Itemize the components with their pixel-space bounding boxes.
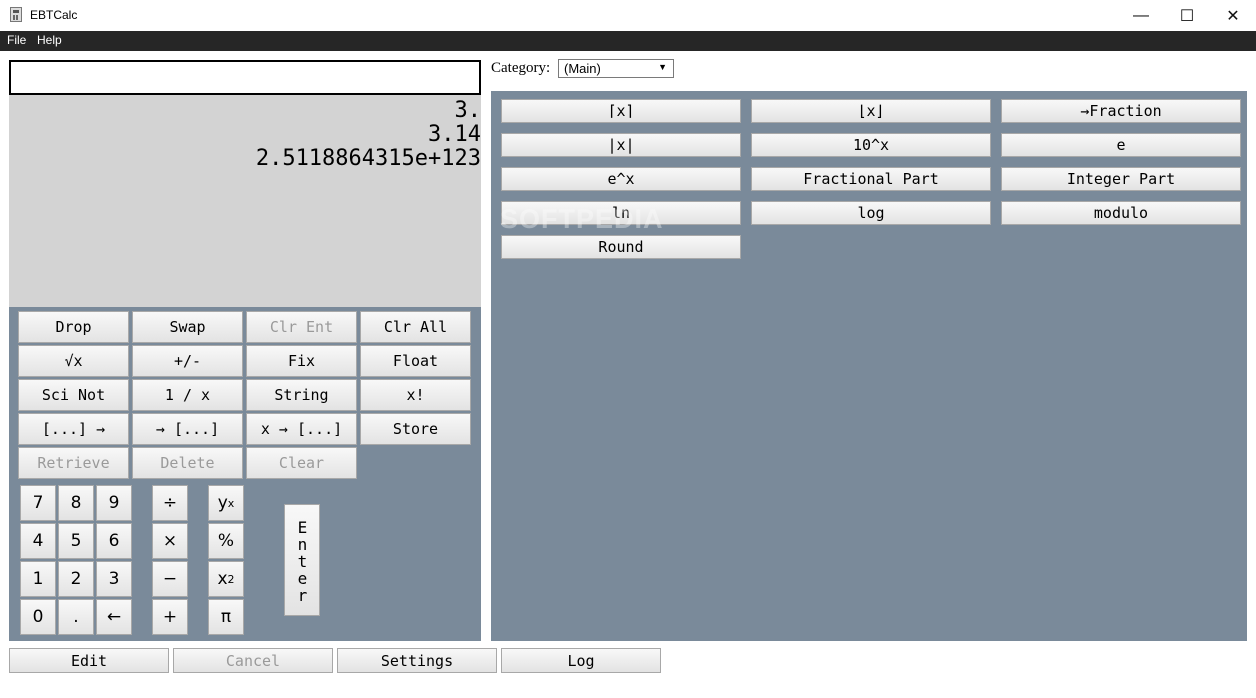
sci-not-button[interactable]: Sci Not	[18, 379, 129, 411]
digit-4-button[interactable]: 4	[20, 523, 56, 559]
edit-button[interactable]: Edit	[9, 648, 169, 673]
divide-button[interactable]: ÷	[152, 485, 188, 521]
x-to-list-button[interactable]: x → [...]	[246, 413, 357, 445]
fractional-part-button[interactable]: Fractional Part	[751, 167, 991, 191]
ten-power-button[interactable]: 10^x	[751, 133, 991, 157]
stack-line: 2.5118864315e+123	[255, 146, 481, 171]
absolute-value-button[interactable]: |x|	[501, 133, 741, 157]
category-dropdown[interactable]: (Main) ▼	[558, 59, 674, 78]
digit-2-button[interactable]: 2	[58, 561, 94, 597]
stack-line: 3.14	[428, 122, 481, 147]
ceiling-button[interactable]: ⌈x⌉	[501, 99, 741, 123]
power-button[interactable]: yx	[208, 485, 244, 521]
float-button[interactable]: Float	[360, 345, 471, 377]
enter-label: Enter	[293, 517, 312, 603]
to-fraction-button[interactable]: →Fraction	[1001, 99, 1241, 123]
percent-button[interactable]: %	[208, 523, 244, 559]
reciprocal-button[interactable]: 1 / x	[132, 379, 243, 411]
factorial-button[interactable]: x!	[360, 379, 471, 411]
category-label: Category:	[491, 60, 551, 76]
menu-file[interactable]: File	[7, 33, 26, 47]
enter-button[interactable]: Enter	[284, 504, 320, 616]
log-button[interactable]: log	[751, 201, 991, 225]
clear-all-button[interactable]: Clr All	[360, 311, 471, 343]
digit-0-button[interactable]: 0	[20, 599, 56, 635]
log-view-button[interactable]: Log	[501, 648, 661, 673]
digit-1-button[interactable]: 1	[20, 561, 56, 597]
list-build-button[interactable]: → [...]	[132, 413, 243, 445]
modulo-button[interactable]: modulo	[1001, 201, 1241, 225]
settings-button[interactable]: Settings	[337, 648, 497, 673]
digit-5-button[interactable]: 5	[58, 523, 94, 559]
title-bar	[0, 0, 1256, 32]
round-button[interactable]: Round	[501, 235, 741, 259]
power-base: y	[217, 493, 228, 513]
square-exponent: 2	[227, 572, 235, 586]
pi-button[interactable]: π	[208, 599, 244, 635]
string-button[interactable]: String	[246, 379, 357, 411]
delete-button[interactable]: Delete	[132, 447, 243, 479]
entry-field[interactable]	[9, 60, 481, 95]
power-exponent: x	[227, 496, 235, 510]
digit-7-button[interactable]: 7	[20, 485, 56, 521]
decimal-point-button[interactable]: .	[58, 599, 94, 635]
backspace-button[interactable]: ←	[96, 599, 132, 635]
cancel-button[interactable]: Cancel	[173, 648, 333, 673]
digit-6-button[interactable]: 6	[96, 523, 132, 559]
subtract-button[interactable]: −	[152, 561, 188, 597]
integer-part-button[interactable]: Integer Part	[1001, 167, 1241, 191]
digit-8-button[interactable]: 8	[58, 485, 94, 521]
floor-button[interactable]: ⌊x⌋	[751, 99, 991, 123]
store-button[interactable]: Store	[360, 413, 471, 445]
digit-3-button[interactable]: 3	[96, 561, 132, 597]
drop-button[interactable]: Drop	[18, 311, 129, 343]
multiply-button[interactable]: ×	[152, 523, 188, 559]
e-constant-button[interactable]: e	[1001, 133, 1241, 157]
window-title: EBTCalc	[30, 8, 78, 22]
digit-9-button[interactable]: 9	[96, 485, 132, 521]
chevron-down-icon: ▼	[658, 62, 667, 72]
maximize-button[interactable]: ☐	[1164, 0, 1210, 31]
stack-display: 3. 3.14 2.5118864315e+123	[9, 95, 481, 307]
square-root-button[interactable]: √x	[18, 345, 129, 377]
stack-line: 3.	[454, 98, 482, 123]
menu-help[interactable]: Help	[37, 33, 62, 47]
calculator-app-icon	[10, 7, 22, 22]
add-button[interactable]: +	[152, 599, 188, 635]
clear-entry-button[interactable]: Clr Ent	[246, 311, 357, 343]
square-button[interactable]: x2	[208, 561, 244, 597]
fix-button[interactable]: Fix	[246, 345, 357, 377]
list-explode-button[interactable]: [...] →	[18, 413, 129, 445]
clear-button[interactable]: Clear	[246, 447, 357, 479]
category-selected: (Main)	[564, 61, 601, 76]
square-base: x	[217, 569, 228, 589]
minimize-button[interactable]: —	[1118, 0, 1164, 31]
swap-button[interactable]: Swap	[132, 311, 243, 343]
watermark: SOFTPEDIA	[500, 204, 664, 234]
retrieve-button[interactable]: Retrieve	[18, 447, 129, 479]
negate-button[interactable]: +/-	[132, 345, 243, 377]
close-button[interactable]: ✕	[1210, 0, 1256, 31]
menu-bar	[0, 31, 1256, 51]
exp-button[interactable]: e^x	[501, 167, 741, 191]
